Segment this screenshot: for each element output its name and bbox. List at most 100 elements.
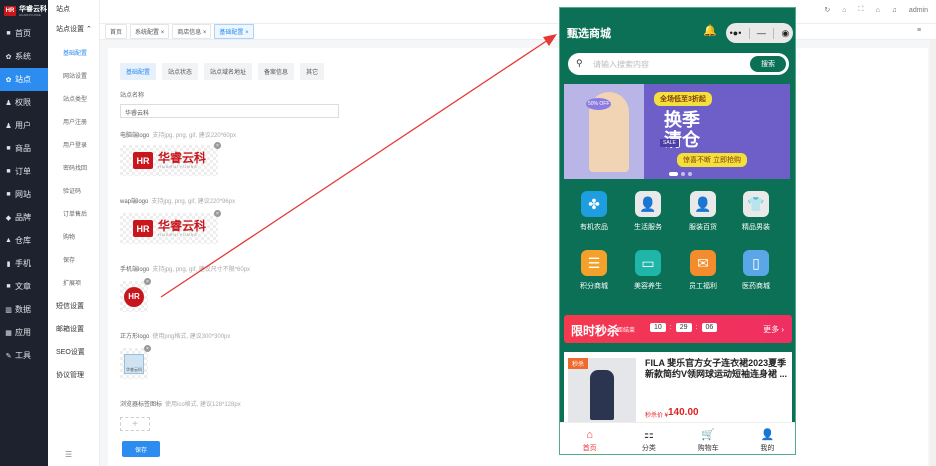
nav-label: 工具 bbox=[15, 351, 31, 360]
page-tabs: 首页 系统配置 × 商店信息 × 基础配置 × bbox=[100, 24, 936, 40]
tab[interactable]: 商店信息 × bbox=[172, 24, 212, 39]
user-icon: ♟ bbox=[5, 99, 12, 107]
category-item[interactable]: ✤ 有机农品 bbox=[569, 191, 619, 232]
product-card[interactable]: 秒杀 FILA 斐乐官方女子连衣裙2023夏季新款简约V领网球运动短袖连身裙 .… bbox=[564, 352, 792, 422]
close-icon[interactable]: × bbox=[245, 30, 249, 36]
category-label: 员工福利 bbox=[689, 283, 717, 290]
flash-more-link[interactable]: 更多 › bbox=[763, 324, 784, 335]
category-item[interactable]: ✉ 员工福利 bbox=[678, 250, 728, 291]
nav-item[interactable]: ✎ 工具 bbox=[0, 344, 48, 367]
home-icon[interactable]: ⌂ bbox=[875, 7, 879, 14]
sub-plain-item[interactable]: 邮箱设置 bbox=[48, 317, 99, 340]
sub-item[interactable]: 订单售后 bbox=[48, 202, 99, 225]
brand-logo[interactable]: HR 华睿云科 HUARUIYUNKE bbox=[0, 0, 48, 22]
tab[interactable]: 首页 bbox=[105, 24, 128, 39]
sub-item[interactable]: 用户登录 bbox=[48, 133, 99, 156]
sub-plain-item[interactable]: 短信设置 bbox=[48, 294, 99, 317]
tab[interactable]: 系统配置 × bbox=[130, 24, 170, 39]
remove-mobile-logo-icon[interactable]: × bbox=[144, 278, 151, 285]
close-icon[interactable]: × bbox=[203, 30, 207, 36]
close-icon[interactable]: × bbox=[161, 30, 165, 36]
settings-tab[interactable]: 其它 bbox=[300, 63, 325, 80]
nav-item[interactable]: ♟ 用户 bbox=[0, 114, 48, 137]
category-icon: ▭ bbox=[635, 250, 661, 276]
sub-item[interactable]: 基础配置 bbox=[48, 41, 99, 64]
nav-item[interactable]: ✿ 系统 bbox=[0, 45, 48, 68]
tabbar-item[interactable]: ⚏ 分类 bbox=[619, 423, 678, 454]
sub-item[interactable]: 站点类型 bbox=[48, 87, 99, 110]
nav-item[interactable]: ▦ 应用 bbox=[0, 321, 48, 344]
tabbar-item[interactable]: ⌂ 首页 bbox=[560, 423, 619, 454]
remove-wap-logo-icon[interactable]: × bbox=[214, 210, 221, 217]
category-item[interactable]: 👕 精品男装 bbox=[731, 191, 781, 232]
favicon-upload[interactable]: + bbox=[120, 417, 150, 431]
nav-item[interactable]: ▥ 数据 bbox=[0, 298, 48, 321]
mobile-logo-preview[interactable]: HR bbox=[120, 281, 148, 312]
flash-sale-bar[interactable]: 限时秒杀 距结束 10:29:06 更多 › bbox=[564, 315, 792, 343]
bell-icon[interactable]: ♫ bbox=[892, 7, 897, 14]
category-label: 积分商城 bbox=[580, 283, 608, 290]
settings-tab[interactable]: 站点域名地址 bbox=[204, 63, 253, 80]
sub-plain-item[interactable]: 协议管理 bbox=[48, 363, 99, 386]
search-input[interactable]: 请输入搜索内容 bbox=[593, 59, 649, 70]
sub-item[interactable]: 购物 bbox=[48, 225, 99, 248]
category-item[interactable]: ☰ 积分商城 bbox=[569, 250, 619, 291]
category-item[interactable]: 👤 生活服务 bbox=[623, 191, 673, 232]
square-logo-preview[interactable]: 华睿云科 bbox=[120, 348, 148, 379]
nav-item[interactable]: ◆ 品牌 bbox=[0, 206, 48, 229]
sub-item[interactable]: 网站设置 bbox=[48, 64, 99, 87]
category-item[interactable]: ▯ 医药商城 bbox=[731, 250, 781, 291]
nav-item[interactable]: ▲ 仓库 bbox=[0, 229, 48, 252]
tabbar-item[interactable]: 👤 我的 bbox=[738, 423, 795, 454]
save-button[interactable]: 保存 bbox=[122, 441, 160, 457]
sub-item[interactable]: 扩展项 bbox=[48, 271, 99, 294]
remove-square-logo-icon[interactable]: × bbox=[144, 345, 151, 352]
bell-icon[interactable]: 🔔 bbox=[703, 24, 717, 37]
category-label: 服装百货 bbox=[689, 224, 717, 231]
sub-item[interactable]: 验证码 bbox=[48, 179, 99, 202]
tabbar-label: 首页 bbox=[582, 445, 597, 452]
tabbar-icon: ⚏ bbox=[643, 429, 654, 441]
minimize-icon[interactable]: — bbox=[757, 28, 766, 38]
search-button[interactable]: 搜索 bbox=[750, 56, 786, 72]
nav-item[interactable]: ■ 首页 bbox=[0, 22, 48, 45]
refresh-icon[interactable]: ↻ bbox=[824, 6, 830, 14]
scrollbar[interactable] bbox=[930, 40, 936, 466]
lock-icon[interactable]: ⌂ bbox=[842, 7, 846, 14]
mini-program-capsule[interactable]: •●• — ◉ bbox=[726, 23, 793, 43]
settings-tab[interactable]: 站点状态 bbox=[162, 63, 199, 80]
nav-label: 应用 bbox=[15, 328, 31, 337]
site-name-input[interactable]: 华睿云科 bbox=[120, 104, 339, 118]
nav-item[interactable]: ■ 文章 bbox=[0, 275, 48, 298]
sub-plain-item[interactable]: SEO设置 bbox=[48, 340, 99, 363]
close-target-icon[interactable]: ◉ bbox=[781, 28, 789, 39]
nav-item[interactable]: ✿ 站点 bbox=[0, 68, 48, 91]
nav-item[interactable]: ♟ 权限 bbox=[0, 91, 48, 114]
remove-pc-logo-icon[interactable]: × bbox=[214, 142, 221, 149]
sub-item[interactable]: 用户注册 bbox=[48, 110, 99, 133]
more-dots-icon[interactable]: •●• bbox=[730, 28, 742, 38]
sub-group-site-settings[interactable]: 站点设置 ⌃ bbox=[48, 17, 99, 41]
category-item[interactable]: 👤 服装百货 bbox=[678, 191, 728, 232]
sub-item[interactable]: 保存 bbox=[48, 248, 99, 271]
promo-banner[interactable]: 全场低至3折起 换季 清仓 惊喜不断 立即抢购 50% OFF SALE bbox=[564, 84, 790, 179]
nav-item[interactable]: ■ 网站 bbox=[0, 183, 48, 206]
wap-logo-preview[interactable]: HR 华睿云科 HUARUIYUNKE bbox=[120, 213, 218, 244]
settings-tab[interactable]: 备案信息 bbox=[258, 63, 295, 80]
settings-tab[interactable]: 基础配置 bbox=[120, 63, 157, 80]
collapse-menu-icon[interactable]: ☰ bbox=[65, 450, 72, 459]
nav-item[interactable]: ■ 商品 bbox=[0, 137, 48, 160]
tabbar-item[interactable]: 🛒 购物车 bbox=[679, 423, 738, 454]
home-icon: ■ bbox=[6, 30, 11, 37]
tabs-menu-icon[interactable]: ≡ bbox=[917, 27, 930, 34]
category-item[interactable]: ▭ 美容养生 bbox=[623, 250, 673, 291]
pc-logo-preview[interactable]: HR 华睿云科 HUARUIYUNKE bbox=[120, 145, 218, 176]
mobile-search-bar[interactable]: ⚲ 请输入搜索内容 搜索 bbox=[568, 53, 789, 75]
banner-dots[interactable] bbox=[669, 172, 692, 176]
sub-item[interactable]: 密码找回 bbox=[48, 156, 99, 179]
fullscreen-icon[interactable]: ⛶ bbox=[859, 6, 864, 14]
tab[interactable]: 基础配置 × bbox=[214, 24, 254, 39]
nav-item[interactable]: ▮ 手机 bbox=[0, 252, 48, 275]
username[interactable]: admin bbox=[909, 7, 928, 14]
nav-item[interactable]: ■ 订单 bbox=[0, 160, 48, 183]
